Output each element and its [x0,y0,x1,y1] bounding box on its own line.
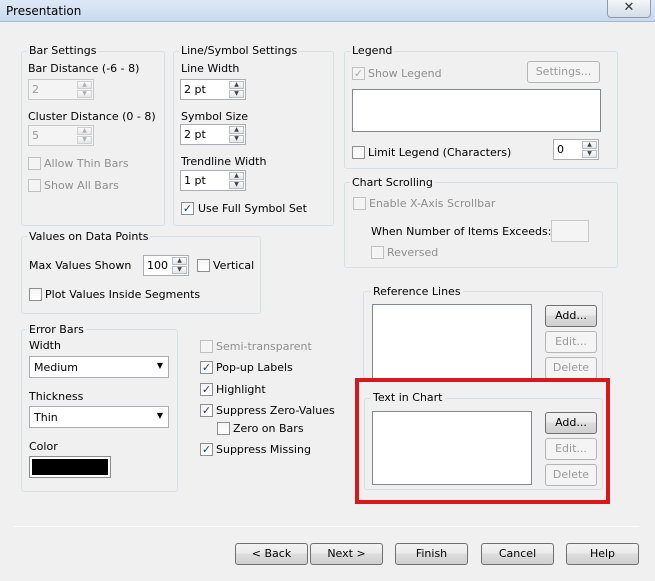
error-thickness-label: Thickness [29,390,84,403]
items-exceed-label: When Number of Items Exceeds: [371,225,552,238]
show-legend-label: Show Legend [368,67,442,80]
stepper-down-icon[interactable]: ▼ [229,135,244,143]
plot-inside-checkbox[interactable] [29,288,42,301]
limit-legend-checkbox[interactable] [352,146,365,159]
suppress-zero-checkbox[interactable]: ✓ [200,404,213,417]
cancel-button[interactable]: Cancel [481,543,554,565]
help-button[interactable]: Help [566,543,639,565]
suppress-missing-checkbox[interactable]: ✓ [200,443,213,456]
text-edit-button[interactable]: Edit... [545,438,597,460]
stepper-down-icon[interactable]: ▼ [77,136,92,144]
trendline-width-stepper[interactable]: 1 pt ▲ ▼ [180,170,246,191]
text-in-chart-title: Text in Chart [371,391,445,404]
cluster-distance-stepper[interactable]: 5 ▲ ▼ [28,125,94,146]
bar-distance-stepper[interactable]: 2 ▲ ▼ [28,79,94,100]
color-fill [32,459,108,475]
items-exceed-input[interactable] [551,220,589,242]
allow-thin-bars-checkbox[interactable] [28,157,41,170]
footer-divider [14,526,639,527]
zero-on-bars-checkbox[interactable] [217,422,230,435]
text-add-button[interactable]: Add... [545,412,597,434]
reference-edit-button[interactable]: Edit... [545,331,597,353]
symbol-size-label: Symbol Size [181,110,249,123]
stepper-up-icon[interactable]: ▲ [229,172,244,180]
popup-labels-label: Pop-up Labels [216,361,293,374]
error-color-swatch[interactable] [29,456,111,478]
line-width-label: Line Width [181,62,240,75]
reference-add-button[interactable]: Add... [545,305,597,327]
error-width-select[interactable]: Medium ▼ [29,356,169,378]
stepper-down-icon[interactable]: ▼ [229,90,244,98]
allow-thin-bars-label: Allow Thin Bars [44,157,129,170]
stepper-up-icon[interactable]: ▲ [582,141,597,149]
line-symbol-title: Line/Symbol Settings [179,44,300,57]
stepper-up-icon[interactable]: ▲ [77,81,92,89]
limit-legend-label: Limit Legend (Characters) [368,146,512,159]
highlight-checkbox[interactable]: ✓ [200,383,213,396]
highlight-label: Highlight [216,383,266,396]
max-values-label: Max Values Shown [29,259,132,272]
suppress-zero-label: Suppress Zero-Values [216,404,335,417]
semi-transparent-label: Semi-transparent [216,340,312,353]
zero-on-bars-label: Zero on Bars [233,422,304,435]
stepper-down-icon[interactable]: ▼ [77,90,92,98]
line-width-stepper[interactable]: 2 pt ▲ ▼ [180,79,246,100]
reversed-checkbox[interactable] [371,246,384,259]
enable-scrollbar-label: Enable X-Axis Scrollbar [369,197,496,210]
use-full-symbol-set-label: Use Full Symbol Set [198,202,307,215]
show-all-bars-checkbox[interactable] [28,179,41,192]
next-button[interactable]: Next > [310,543,383,565]
stepper-down-icon[interactable]: ▼ [582,150,597,158]
stepper-up-icon[interactable]: ▲ [229,81,244,89]
legend-settings-button[interactable]: Settings... [527,61,600,83]
values-on-points-title: Values on Data Points [27,230,151,243]
chart-scrolling-title: Chart Scrolling [350,176,435,189]
max-values-stepper[interactable]: 100 ▲ ▼ [143,255,189,276]
error-color-label: Color [29,440,58,453]
close-button[interactable]: ✕ [607,0,651,18]
popup-labels-checkbox[interactable]: ✓ [200,361,213,374]
error-bars-title: Error Bars [27,323,86,336]
use-full-symbol-set-checkbox[interactable]: ✓ [181,202,194,215]
stepper-up-icon[interactable]: ▲ [77,127,92,135]
enable-scrollbar-checkbox[interactable] [353,197,366,210]
dropdown-arrow-icon: ▼ [156,411,163,420]
legend-preview-box [352,89,601,132]
stepper-up-icon[interactable]: ▲ [172,257,187,265]
vertical-checkbox[interactable] [197,259,210,272]
back-button[interactable]: < Back [235,543,308,565]
reference-lines-title: Reference Lines [371,285,463,298]
bar-settings-title: Bar Settings [27,44,99,57]
show-all-bars-label: Show All Bars [44,179,119,192]
plot-inside-label: Plot Values Inside Segments [45,288,201,301]
cluster-distance-label: Cluster Distance (0 - 8) [28,110,156,123]
values-on-points-group [21,236,261,314]
error-thickness-select[interactable]: Thin ▼ [29,406,169,428]
bar-distance-label: Bar Distance (-6 - 8) [28,62,140,75]
reference-delete-button[interactable]: Delete [545,357,597,379]
show-legend-checkbox[interactable]: ✓ [352,67,365,80]
symbol-size-stepper[interactable]: 2 pt ▲ ▼ [180,124,246,145]
stepper-down-icon[interactable]: ▼ [229,181,244,189]
window-title: Presentation [6,4,82,18]
legend-title: Legend [350,44,395,57]
stepper-down-icon[interactable]: ▼ [172,266,187,274]
reversed-label: Reversed [387,246,439,259]
text-in-chart-list[interactable] [372,411,532,485]
limit-legend-stepper[interactable]: 0 ▲ ▼ [553,139,599,160]
stepper-up-icon[interactable]: ▲ [229,126,244,134]
trendline-width-label: Trendline Width [181,155,267,168]
dropdown-arrow-icon: ▼ [156,361,163,370]
reference-lines-list[interactable] [372,304,532,380]
title-bar [0,0,655,22]
semi-transparent-checkbox[interactable] [200,340,213,353]
finish-button[interactable]: Finish [395,543,468,565]
vertical-label: Vertical [213,259,255,272]
suppress-missing-label: Suppress Missing [216,443,311,456]
error-width-label: Width [29,339,61,352]
text-delete-button[interactable]: Delete [545,464,597,486]
